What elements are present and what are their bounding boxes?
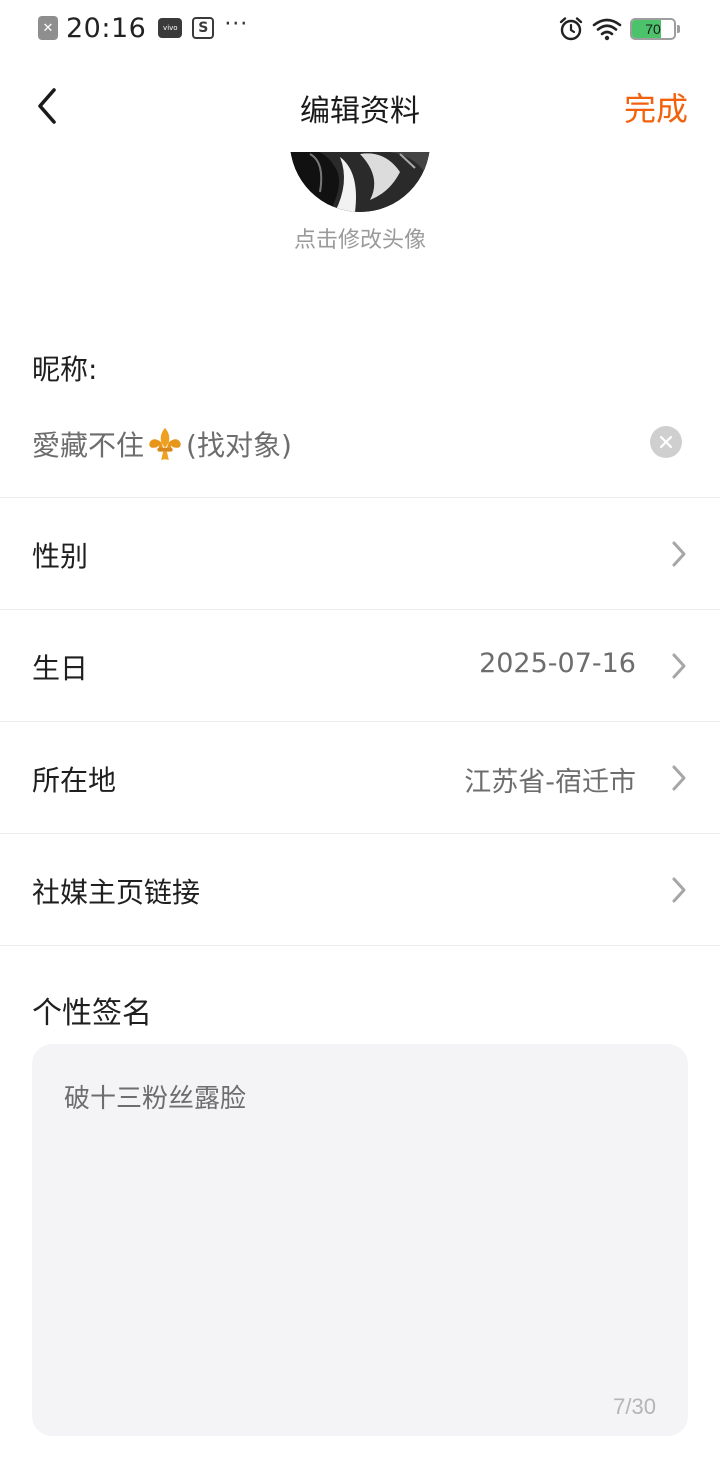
s-app-icon: S: [192, 17, 215, 39]
status-time: 20:16: [66, 12, 147, 44]
alarm-icon: [559, 17, 583, 41]
vivo-icon: vivo: [158, 18, 183, 38]
clear-nickname-button[interactable]: [650, 426, 682, 458]
chevron-right-icon: [672, 765, 686, 791]
chevron-right-icon: [672, 877, 686, 903]
nickname-value-prefix: 愛藏不住: [32, 429, 145, 462]
row-social-link[interactable]: 社媒主页链接: [0, 835, 720, 945]
nickname-value-suffix: (找对象): [186, 429, 292, 462]
status-bar-right: 70: [558, 14, 680, 44]
row-label: 所在地: [32, 764, 117, 797]
row-gender[interactable]: 性别: [0, 499, 720, 609]
wifi-icon: [592, 18, 622, 41]
page-title: 编辑资料: [300, 94, 420, 129]
row-birthday[interactable]: 生日 2025-07-16: [0, 611, 720, 721]
row-value: 江苏省-宿迁市: [464, 767, 636, 798]
battery-level: 70: [645, 21, 661, 37]
nickname-label: 昵称:: [32, 353, 98, 386]
signature-value: 破十三粉丝露脸: [64, 1084, 247, 1114]
signature-char-count: 7/30: [613, 1394, 656, 1419]
nickname-input[interactable]: 愛藏不住 (找对象): [32, 424, 292, 464]
done-button[interactable]: 完成: [624, 84, 688, 130]
row-value: 2025-07-16: [479, 648, 636, 679]
row-label: 社媒主页链接: [32, 876, 201, 909]
divider: [0, 945, 720, 946]
chevron-right-icon: [672, 653, 686, 679]
divider: [0, 833, 720, 834]
divider: [0, 609, 720, 610]
row-label: 生日: [32, 652, 89, 685]
more-notifications-icon: ···: [224, 12, 249, 37]
avatar-hint[interactable]: 点击修改头像: [0, 222, 720, 254]
status-bar-left: ✕ 20:16 vivo S ···: [38, 12, 248, 44]
row-label: 性别: [32, 540, 89, 573]
row-location[interactable]: 所在地 江苏省-宿迁市: [0, 723, 720, 833]
signature-label: 个性签名: [32, 996, 152, 1031]
close-icon: [659, 435, 673, 449]
notification-icon: ✕: [38, 16, 58, 40]
chevron-right-icon: [672, 541, 686, 567]
battery-indicator: 70: [630, 18, 676, 40]
battery-cap: [677, 25, 680, 33]
signature-textarea[interactable]: 破十三粉丝露脸 7/30: [32, 1044, 688, 1436]
divider: [0, 497, 720, 498]
status-bar: ✕ 20:16 vivo S ··· 70: [0, 0, 720, 56]
header: 编辑资料 完成: [0, 62, 720, 150]
divider: [0, 721, 720, 722]
fleur-de-lis-icon: [149, 427, 181, 461]
